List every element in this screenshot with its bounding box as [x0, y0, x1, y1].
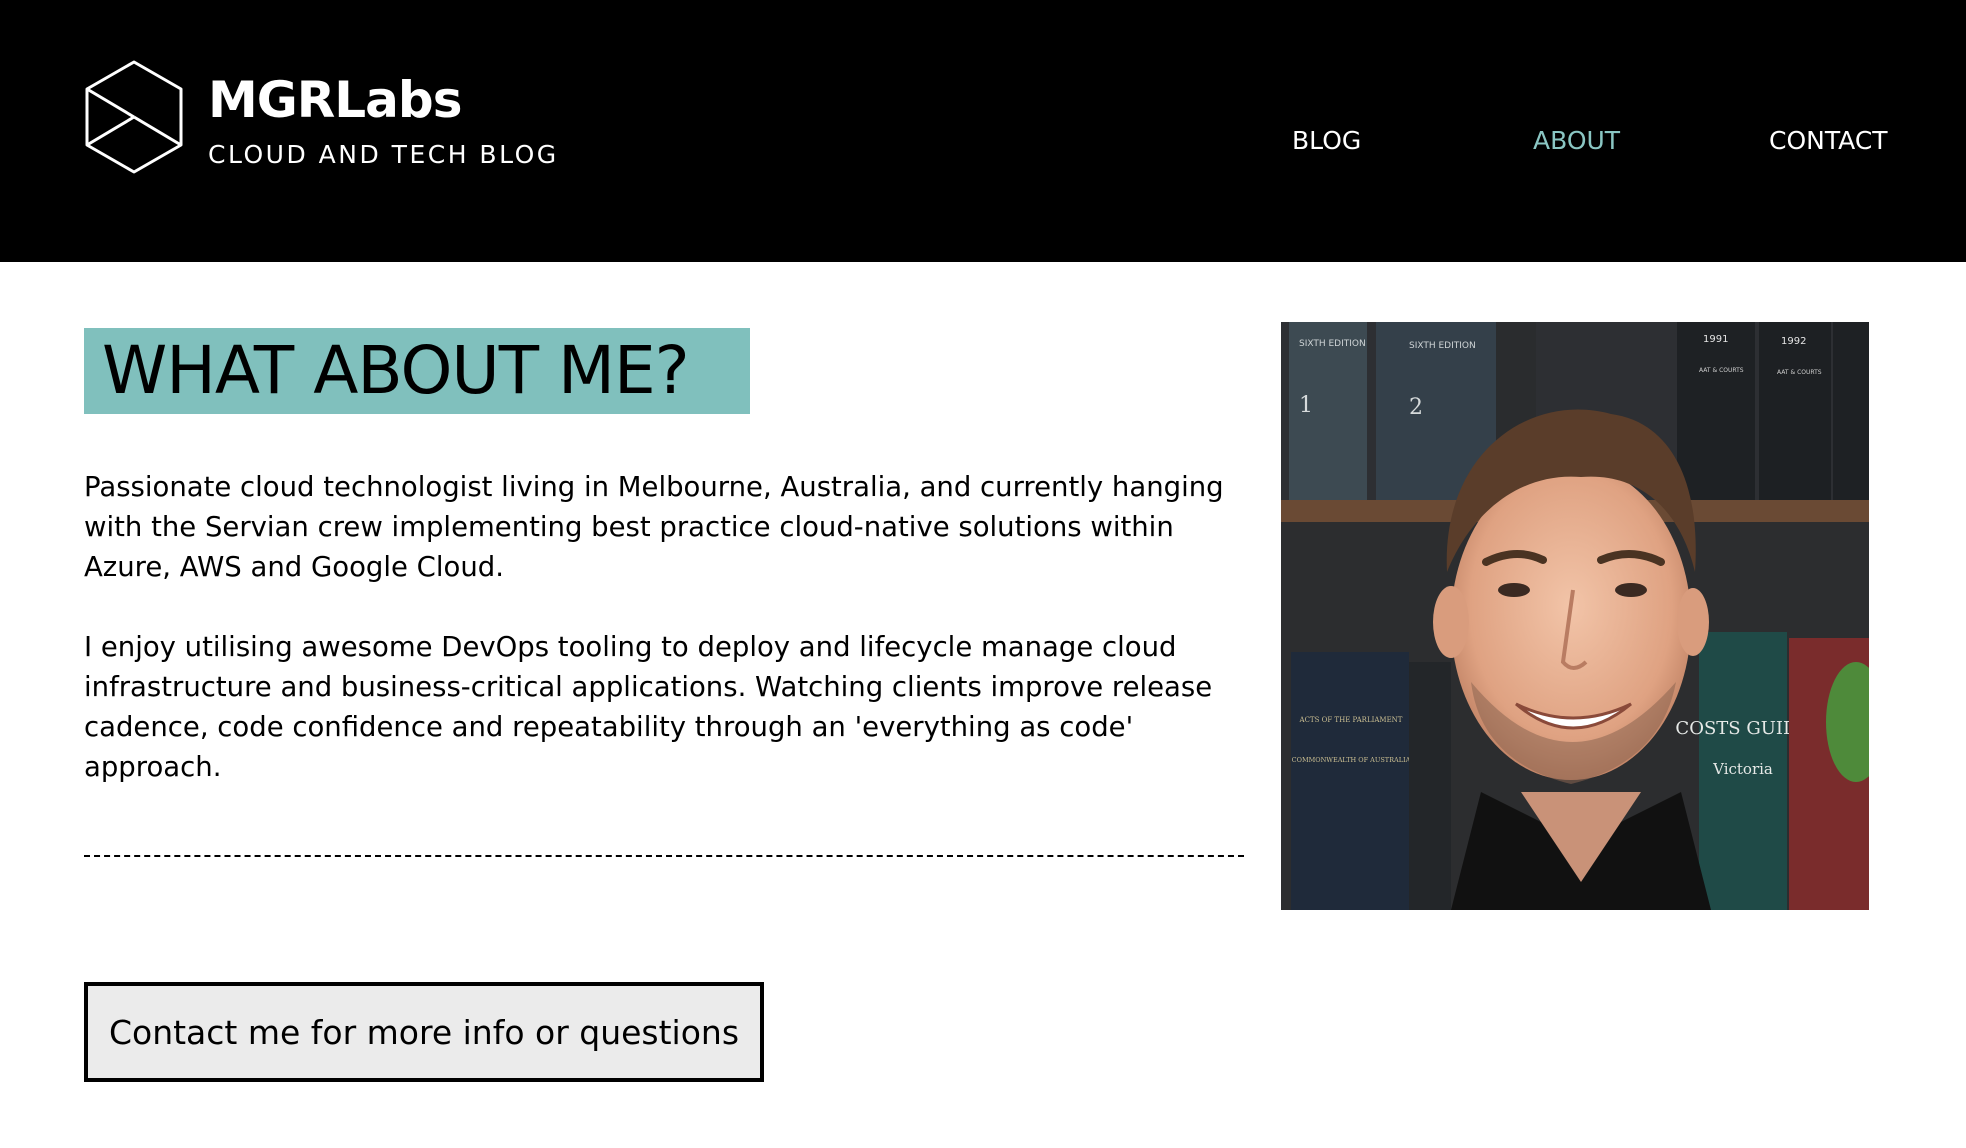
profile-photo-illustration: SIXTH EDITION 1 SIXTH EDITION 2 1991 AAT… [1281, 322, 1869, 910]
contact-button[interactable]: Contact me for more info or questions [84, 982, 764, 1082]
book-spine-text: 2 [1409, 395, 1423, 420]
nav-contact-link[interactable]: CONTACT [1769, 124, 1888, 158]
book-spine-text: 1992 [1781, 336, 1806, 347]
book-spine-text: AAT & COURTS [1699, 367, 1744, 374]
site-header: MGRLabs CLOUD AND TECH BLOG BLOG ABOUT C… [0, 0, 1966, 262]
book-spine-text: 1 [1299, 393, 1313, 418]
book-spine-text: COMMONWEALTH OF AUSTRALIA [1292, 756, 1411, 764]
book-spine-text: SIXTH EDITION [1299, 339, 1366, 349]
site-brand[interactable]: MGRLabs [208, 64, 462, 136]
hexagon-cube-icon[interactable] [84, 60, 184, 174]
book-spine-text: SIXTH EDITION [1409, 341, 1476, 351]
book-spine-text: AAT & COURTS [1777, 369, 1822, 376]
dashed-divider [84, 855, 1244, 857]
page-title: WHAT ABOUT ME? [102, 332, 690, 409]
profile-photo: SIXTH EDITION 1 SIXTH EDITION 2 1991 AAT… [1281, 322, 1869, 910]
book-spine-text: Victoria [1712, 760, 1773, 778]
site-tagline: CLOUD AND TECH BLOG [208, 140, 559, 169]
book-spine-text: 1991 [1703, 334, 1728, 345]
nav-about-link[interactable]: ABOUT [1533, 124, 1620, 158]
book-spine-text: ACTS OF THE PARLIAMENT [1299, 716, 1403, 724]
about-paragraph-1: Passionate cloud technologist living in … [84, 471, 1224, 583]
nav-blog-link[interactable]: BLOG [1292, 124, 1361, 158]
about-paragraph-2: I enjoy utilising awesome DevOps tooling… [84, 631, 1213, 783]
